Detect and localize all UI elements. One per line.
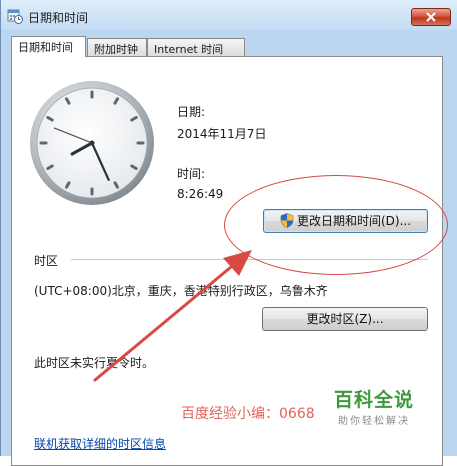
tab-internet-time[interactable]: Internet 时间 — [147, 38, 245, 56]
timezone-section-label: 时区 — [34, 254, 59, 268]
timezone-value: (UTC+08:00)北京，重庆，香港特别行政区，乌鲁木齐 — [34, 284, 328, 298]
analog-clock — [30, 81, 154, 205]
change-date-time-button[interactable]: 更改日期和时间(D)... — [263, 209, 428, 233]
date-value: 2014年11月7日 — [177, 127, 267, 141]
logo-main-text: 百科全说 — [334, 389, 415, 411]
time-label: 时间: — [177, 167, 206, 181]
time-value: 8:26:49 — [177, 187, 224, 201]
section-divider — [71, 259, 428, 260]
date-label: 日期: — [177, 105, 206, 119]
change-timezone-button[interactable]: 更改时区(Z)... — [262, 307, 428, 331]
date-time-dialog: 日期和时间 日期和时间 附加时钟 Internet 时间 日期: 2014年11… — [0, 0, 457, 466]
tab-additional-clocks[interactable]: 附加时钟 — [87, 38, 147, 56]
window-title: 日期和时间 — [28, 11, 89, 25]
dst-note: 此时区未实行夏令时。 — [34, 356, 155, 370]
title-bar: 日期和时间 — [1, 0, 457, 30]
timezone-info-link[interactable]: 联机获取详细的时区信息 — [34, 435, 166, 452]
logo-sub-text: 助你轻松解决 — [338, 416, 410, 427]
close-icon — [426, 12, 436, 22]
watermark-logo: 百科全说 助你轻松解决 — [334, 385, 414, 427]
author-watermark: 百度经验小编：0668 — [181, 406, 315, 422]
uac-shield-icon — [280, 213, 294, 228]
close-button[interactable] — [411, 8, 451, 26]
calendar-clock-icon — [7, 8, 23, 24]
change-date-time-label: 更改日期和时间(D)... — [296, 214, 412, 228]
tab-date-time[interactable]: 日期和时间 — [11, 36, 86, 57]
